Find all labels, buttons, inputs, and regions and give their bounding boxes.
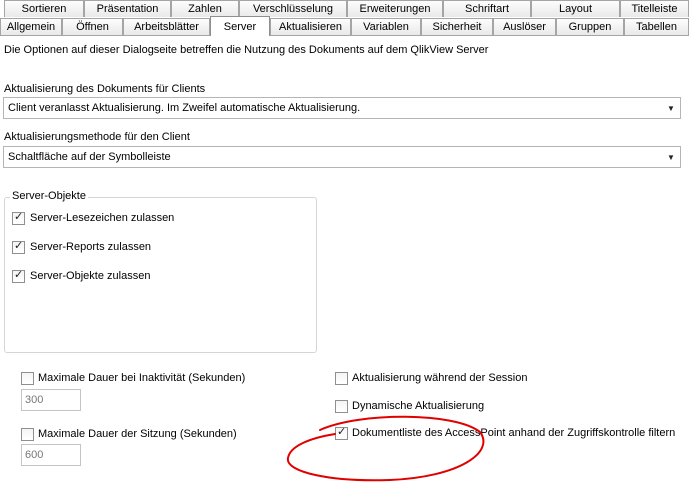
- server-bookmarks-label: Server-Lesezeichen zulassen: [30, 212, 175, 224]
- tab-sicherheit[interactable]: Sicherheit: [421, 18, 493, 35]
- refresh-clients-value: Client veranlasst Aktualisierung. Im Zwe…: [8, 102, 361, 114]
- chevron-down-icon[interactable]: ▼: [665, 103, 677, 115]
- dynamic-refresh-label: Dynamische Aktualisierung: [352, 400, 485, 412]
- doclist-filter-checkbox[interactable]: ✓: [335, 426, 348, 440]
- check-icon: ✓: [337, 426, 347, 438]
- check-icon: ✓: [14, 240, 24, 252]
- server-bookmarks-checkbox[interactable]: ✓: [12, 211, 25, 225]
- tab-erweiterungen[interactable]: Erweiterungen: [347, 0, 443, 17]
- tab-panel-border: [0, 35, 689, 36]
- tab-gruppen[interactable]: Gruppen: [556, 18, 624, 35]
- refresh-method-label: Aktualisierungsmethode für den Client: [4, 131, 190, 143]
- tab-sortieren[interactable]: Sortieren: [4, 0, 84, 17]
- tab-row-2: Allgemein Öffnen Arbeitsblätter Server A…: [0, 16, 689, 36]
- refresh-clients-label: Aktualisierung des Dokuments für Clients: [4, 83, 206, 95]
- tab-server[interactable]: Server: [210, 16, 270, 36]
- tab-schriftart[interactable]: Schriftart: [443, 0, 531, 17]
- max-session-checkbox[interactable]: [21, 428, 34, 441]
- refresh-method-value: Schaltfläche auf der Symbolleiste: [8, 151, 171, 163]
- tab-ausloeser[interactable]: Auslöser: [493, 18, 556, 35]
- tab-row-1: Sortieren Präsentation Zahlen Verschlüss…: [0, 0, 689, 17]
- max-session-input[interactable]: 600: [21, 444, 81, 466]
- tab-layout[interactable]: Layout: [531, 0, 620, 17]
- tab-tabellen[interactable]: Tabellen: [624, 18, 689, 35]
- tab-allgemein[interactable]: Allgemein: [0, 18, 62, 35]
- refresh-during-session-label: Aktualisierung während der Session: [352, 372, 528, 384]
- refresh-clients-select[interactable]: Client veranlasst Aktualisierung. Im Zwe…: [3, 97, 681, 119]
- server-objects-label: Server-Objekte zulassen: [30, 270, 151, 282]
- tab-aktualisieren[interactable]: Aktualisieren: [270, 18, 351, 35]
- page-description: Die Optionen auf dieser Dialogseite betr…: [4, 44, 489, 56]
- chevron-down-icon[interactable]: ▼: [665, 152, 677, 164]
- max-inactivity-input[interactable]: 300: [21, 389, 81, 411]
- tab-arbeitsblaetter[interactable]: Arbeitsblätter: [123, 18, 210, 35]
- check-icon: ✓: [14, 269, 24, 281]
- server-objects-legend: Server-Objekte: [10, 190, 88, 202]
- check-icon: ✓: [14, 211, 24, 223]
- tab-verschluesselung[interactable]: Verschlüsselung: [239, 0, 347, 17]
- refresh-during-session-checkbox[interactable]: [335, 372, 348, 385]
- max-session-label: Maximale Dauer der Sitzung (Sekunden): [38, 428, 237, 440]
- max-inactivity-checkbox[interactable]: [21, 372, 34, 385]
- server-objects-checkbox[interactable]: ✓: [12, 269, 25, 283]
- max-inactivity-label: Maximale Dauer bei Inaktivität (Sekunden…: [38, 372, 246, 384]
- doclist-filter-label: Dokumentliste des AccessPoint anhand der…: [352, 427, 676, 439]
- refresh-method-select[interactable]: Schaltfläche auf der Symbolleiste ▼: [3, 146, 681, 168]
- tab-variablen[interactable]: Variablen: [351, 18, 421, 35]
- tab-oeffnen[interactable]: Öffnen: [62, 18, 123, 35]
- tab-titelleiste[interactable]: Titelleiste: [620, 0, 689, 17]
- dynamic-refresh-checkbox[interactable]: [335, 400, 348, 413]
- server-reports-checkbox[interactable]: ✓: [12, 240, 25, 254]
- annotation-circle: [286, 415, 485, 482]
- tab-zahlen[interactable]: Zahlen: [171, 0, 239, 17]
- server-reports-label: Server-Reports zulassen: [30, 241, 152, 253]
- tab-praesentation[interactable]: Präsentation: [84, 0, 171, 17]
